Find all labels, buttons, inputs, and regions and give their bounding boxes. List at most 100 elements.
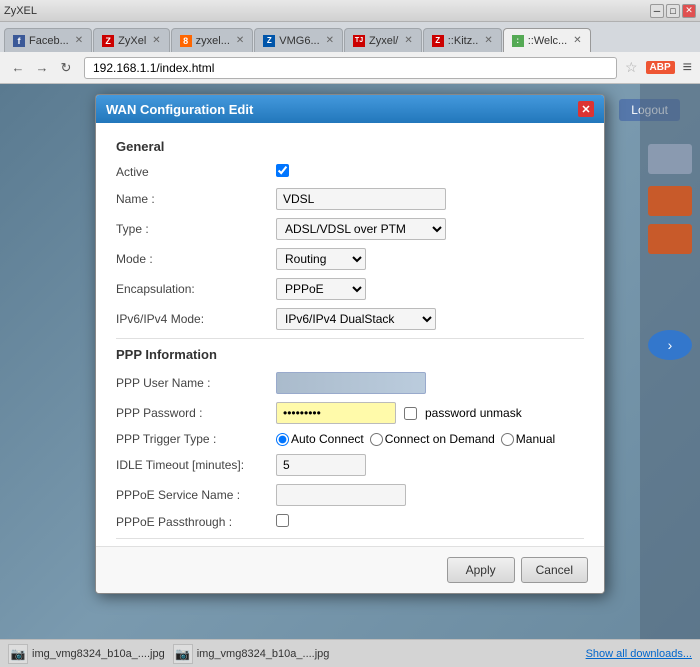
tab-favicon-welcome: :: [512, 35, 524, 47]
nav-buttons: ← → ↻: [8, 58, 76, 78]
modal-body: General Active Name : Type :: [96, 123, 604, 546]
trigger-auto-label: Auto Connect: [276, 432, 364, 446]
forward-button[interactable]: →: [32, 58, 52, 78]
minimize-button[interactable]: ─: [650, 4, 664, 18]
type-select[interactable]: ADSL/VDSL over PTM: [276, 218, 446, 240]
tab-kitz[interactable]: Z ::Kitz.. ✕: [423, 28, 502, 52]
ppp-password-label: PPP Password :: [116, 406, 276, 420]
ppp-trigger-value: Auto Connect Connect on Demand Manual: [276, 432, 584, 446]
encap-row: Encapsulation: PPPoE: [116, 278, 584, 300]
status-bar: 📷 img_vmg8324_b10a_....jpg 📷 img_vmg8324…: [0, 639, 700, 667]
ipv6-label: IPv6/IPv4 Mode:: [116, 312, 276, 326]
trigger-demand-radio[interactable]: [370, 433, 383, 446]
encap-select[interactable]: PPPoE: [276, 278, 366, 300]
modal-header: WAN Configuration Edit ✕: [96, 95, 604, 123]
ppp-trigger-radio-group: Auto Connect Connect on Demand Manual: [276, 432, 584, 446]
service-name-input[interactable]: [276, 484, 406, 506]
ppp-username-value: [276, 372, 584, 394]
show-all-downloads-link[interactable]: Show all downloads...: [586, 648, 692, 660]
passthrough-checkbox[interactable]: [276, 514, 289, 527]
modal-close-button[interactable]: ✕: [578, 101, 594, 117]
name-label: Name :: [116, 192, 276, 206]
section-divider-1: [116, 338, 584, 339]
page-background: Logout › WAN Configuration Edit ✕ Genera…: [0, 84, 700, 639]
bookmark-icon[interactable]: ☆: [625, 59, 638, 76]
active-checkbox[interactable]: [276, 164, 289, 177]
idle-row: IDLE Timeout [minutes]:: [116, 454, 584, 476]
apply-button[interactable]: Apply: [447, 557, 515, 583]
type-value: ADSL/VDSL over PTM: [276, 218, 584, 240]
ipv6-value: IPv6/IPv4 DualStack: [276, 308, 584, 330]
tab-vmg[interactable]: Z VMG6... ✕: [254, 28, 343, 52]
download-filename-1[interactable]: img_vmg8324_b10a_....jpg: [32, 648, 165, 660]
tab-facebook[interactable]: f Faceb... ✕: [4, 28, 92, 52]
tab-favicon-zyxel3: TJ: [353, 35, 365, 47]
back-button[interactable]: ←: [8, 58, 28, 78]
tab-label-kitz: ::Kitz..: [448, 35, 479, 47]
tab-zyxel2[interactable]: 8 zyxel... ✕: [171, 28, 254, 52]
tab-label-zyxel2: zyxel...: [196, 35, 230, 47]
tab-zyxel3[interactable]: TJ Zyxel/ ✕: [344, 28, 422, 52]
cancel-button[interactable]: Cancel: [521, 557, 588, 583]
reload-button[interactable]: ↻: [56, 58, 76, 78]
trigger-auto-radio[interactable]: [276, 433, 289, 446]
tab-favicon-vmg: Z: [263, 35, 275, 47]
mode-select[interactable]: Routing: [276, 248, 366, 270]
trigger-manual-radio[interactable]: [501, 433, 514, 446]
trigger-demand-text: Connect on Demand: [385, 432, 495, 446]
tab-favicon-facebook: f: [13, 35, 25, 47]
type-label: Type :: [116, 222, 276, 236]
type-row: Type : ADSL/VDSL over PTM: [116, 218, 584, 240]
close-button[interactable]: ✕: [682, 4, 696, 18]
browser-title-bar: ZyXEL ─ □ ✕ f Faceb... ✕ Z ZyXel ✕ 8 zyx…: [0, 0, 700, 84]
ppp-trigger-row: PPP Trigger Type : Auto Connect Connect …: [116, 432, 584, 446]
modal-title: WAN Configuration Edit: [106, 102, 253, 117]
name-input[interactable]: [276, 188, 446, 210]
tab-close-kitz[interactable]: ✕: [484, 35, 492, 46]
tab-label-facebook: Faceb...: [29, 35, 69, 47]
address-bar: ← → ↻ ☆ ABP ≡: [0, 52, 700, 84]
encap-value: PPPoE: [276, 278, 584, 300]
ipv6-select[interactable]: IPv6/IPv4 DualStack: [276, 308, 436, 330]
ppp-password-row: PPP Password : password unmask: [116, 402, 584, 424]
mode-label: Mode :: [116, 252, 276, 266]
menu-button[interactable]: ≡: [683, 59, 692, 77]
tab-close-zyxel2[interactable]: ✕: [236, 35, 244, 46]
password-unmask-label: password unmask: [425, 406, 522, 420]
idle-input[interactable]: [276, 454, 366, 476]
tab-close-vmg[interactable]: ✕: [326, 35, 334, 46]
service-name-label: PPPoE Service Name :: [116, 488, 276, 502]
service-name-value: [276, 484, 584, 506]
password-unmask-checkbox[interactable]: [404, 407, 417, 420]
tab-label-vmg: VMG6...: [279, 35, 319, 47]
adblock-badge: ABP: [646, 61, 675, 74]
ppp-section-title: PPP Information: [116, 347, 584, 362]
tabs-bar: f Faceb... ✕ Z ZyXel ✕ 8 zyxel... ✕ Z VM…: [0, 22, 700, 52]
passthrough-value: [276, 514, 584, 530]
trigger-auto-text: Auto Connect: [291, 432, 364, 446]
tab-close-zyxel1[interactable]: ✕: [152, 35, 160, 46]
modal-footer: Apply Cancel: [96, 546, 604, 593]
tab-close-zyxel3[interactable]: ✕: [404, 35, 412, 46]
trigger-demand-label: Connect on Demand: [370, 432, 495, 446]
ppp-username-display[interactable]: [276, 372, 426, 394]
name-value: [276, 188, 584, 210]
download-filename-2[interactable]: img_vmg8324_b10a_....jpg: [197, 648, 330, 660]
ppp-trigger-label: PPP Trigger Type :: [116, 432, 276, 446]
section-divider-2: [116, 538, 584, 539]
tab-welcome[interactable]: : ::Welc... ✕: [503, 28, 591, 52]
encap-label: Encapsulation:: [116, 282, 276, 296]
tab-label-welcome: ::Welc...: [528, 35, 568, 47]
maximize-button[interactable]: □: [666, 4, 680, 18]
ppp-password-input[interactable]: [276, 402, 396, 424]
tab-favicon-zyxel2: 8: [180, 35, 192, 47]
modal-overlay: WAN Configuration Edit ✕ General Active …: [0, 84, 700, 639]
ppp-password-value: password unmask: [276, 402, 584, 424]
trigger-manual-label: Manual: [501, 432, 555, 446]
tab-close-welcome[interactable]: ✕: [573, 35, 581, 46]
wan-config-modal: WAN Configuration Edit ✕ General Active …: [95, 94, 605, 594]
url-input[interactable]: [84, 57, 617, 79]
tab-close-facebook[interactable]: ✕: [75, 35, 83, 46]
passthrough-label: PPPoE Passthrough :: [116, 515, 276, 529]
tab-zyxel1[interactable]: Z ZyXel ✕: [93, 28, 170, 52]
